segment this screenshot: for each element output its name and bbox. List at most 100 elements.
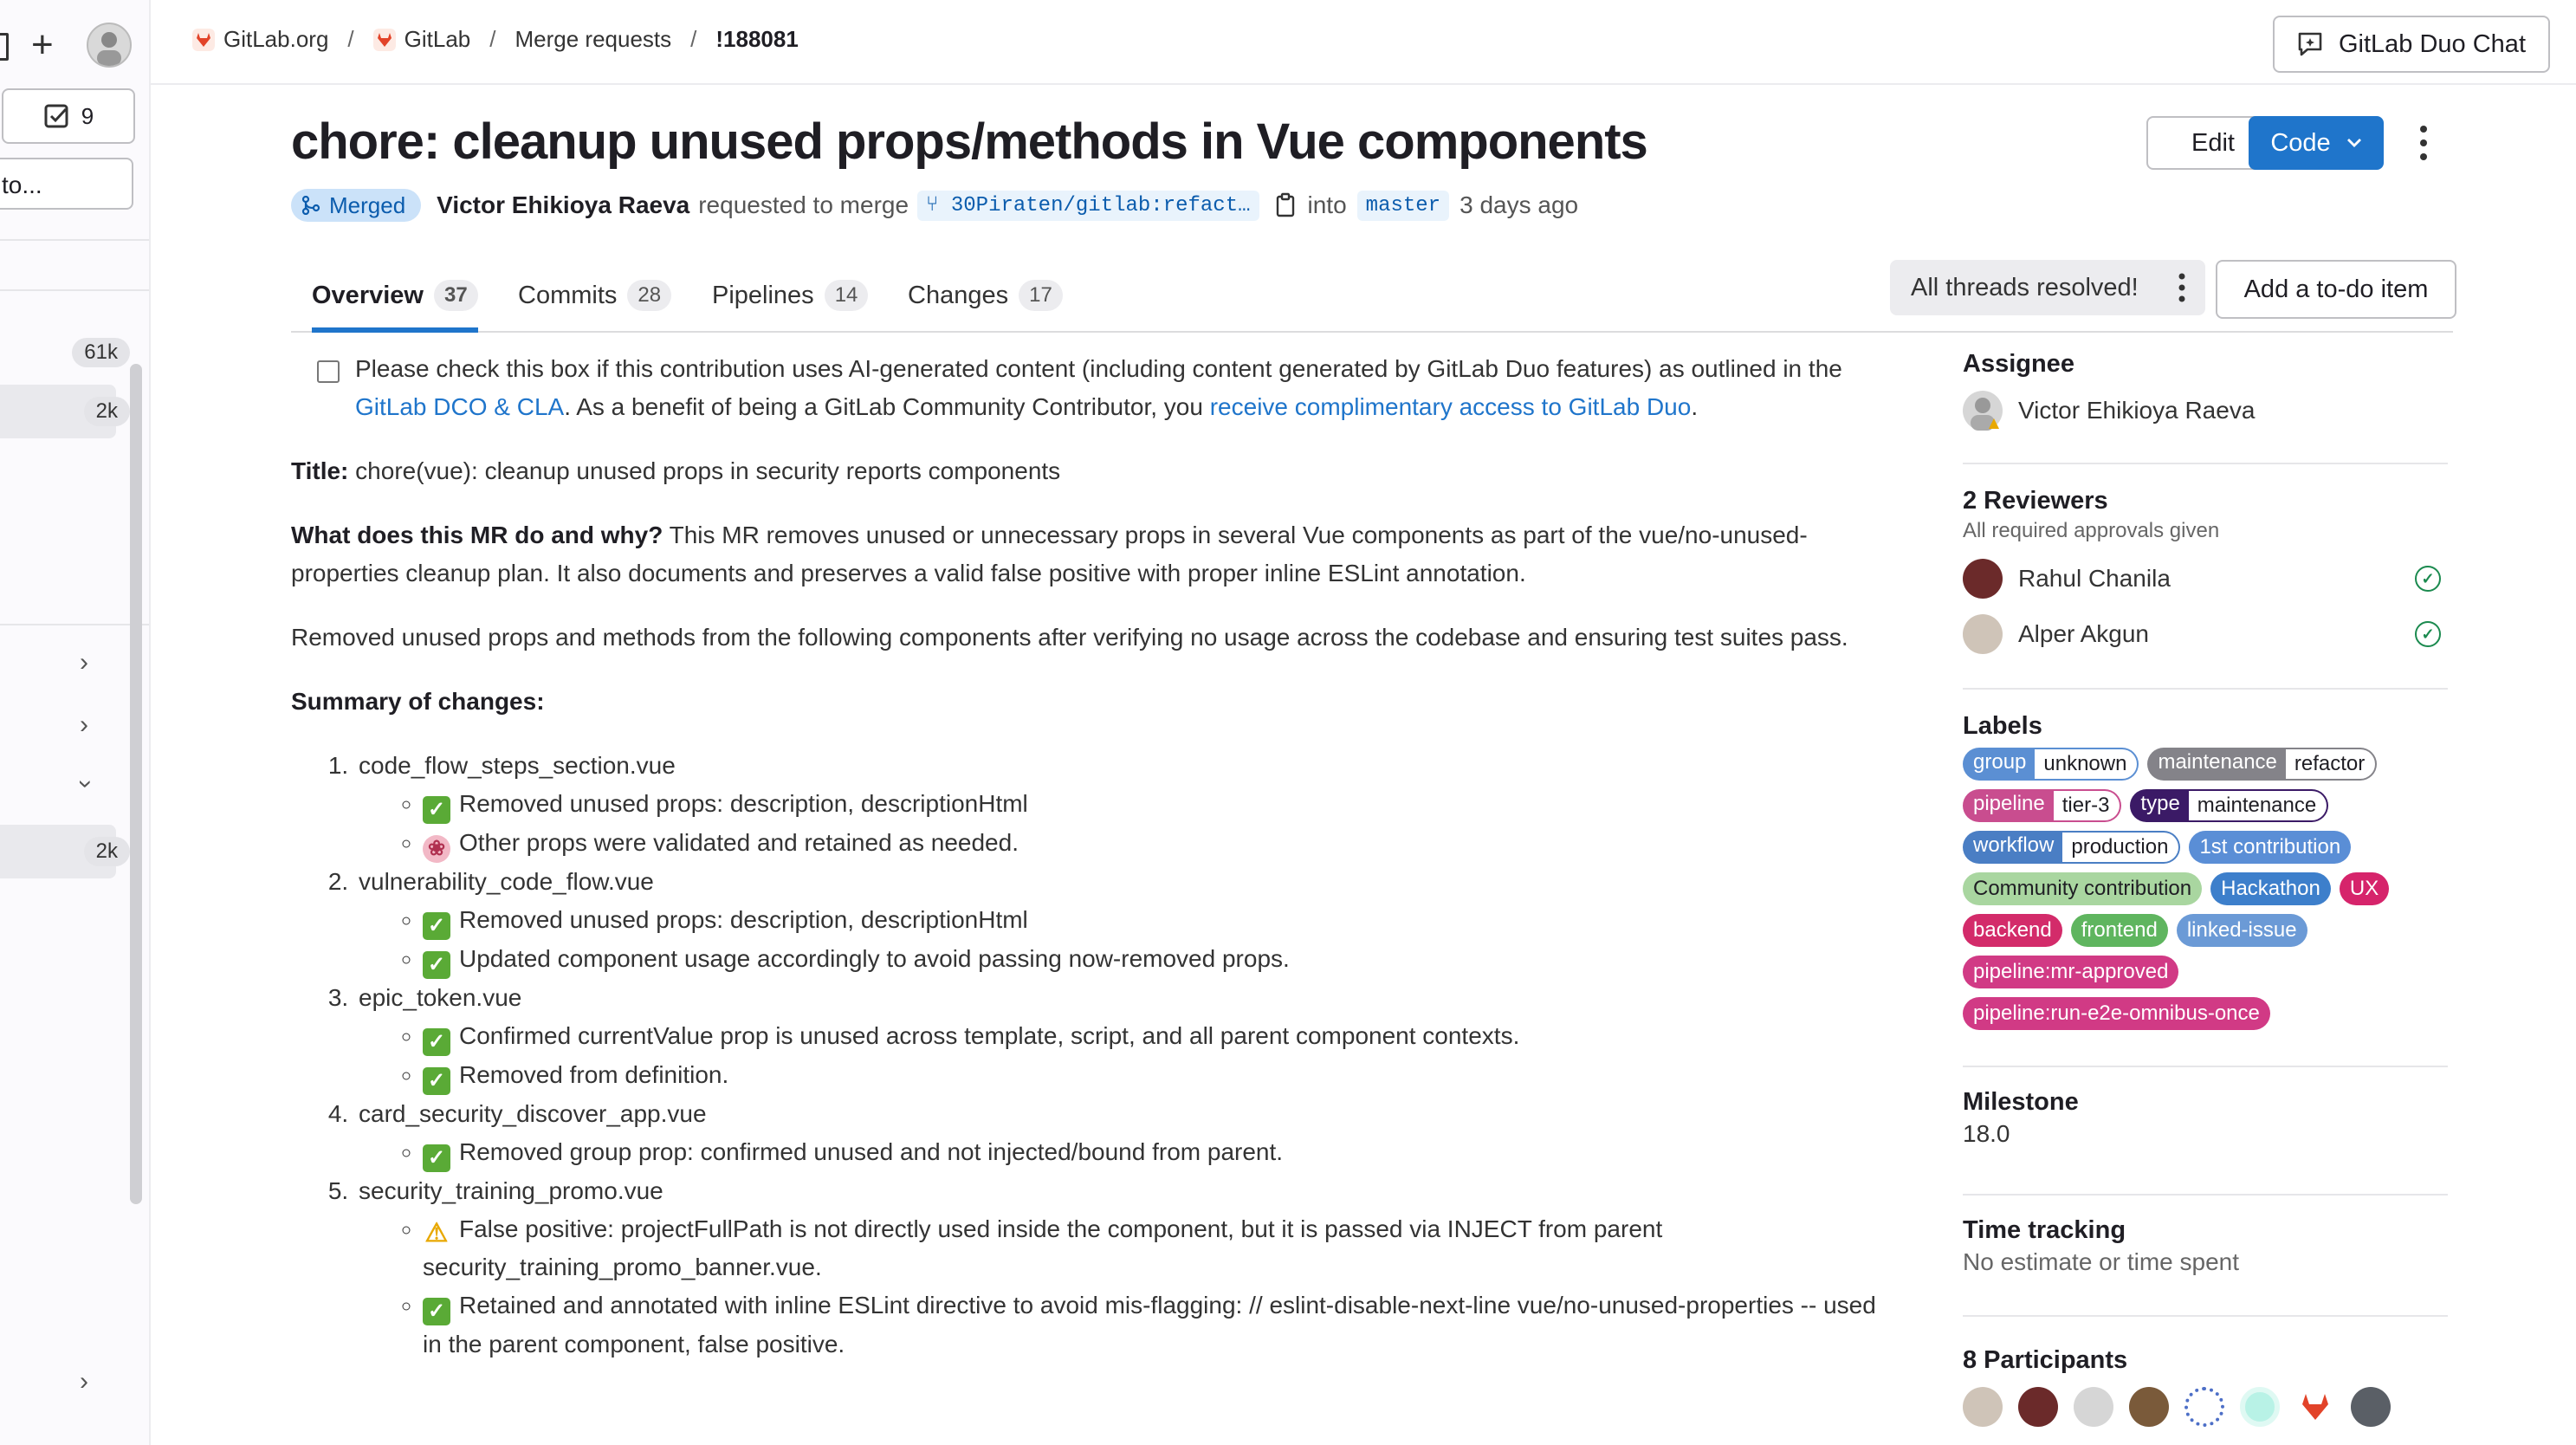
sidebar-search[interactable]: to... xyxy=(0,158,133,210)
more-actions-icon[interactable] xyxy=(2417,123,2430,163)
list-item: ✓Updated component usage accordingly to … xyxy=(423,940,1893,979)
breadcrumb-current[interactable]: !188081 xyxy=(715,26,798,53)
top-bar: GitLab.org / GitLab / Merge requests / !… xyxy=(151,0,2576,85)
tab-commits[interactable]: Commits 28 xyxy=(518,274,672,317)
create-new-icon[interactable]: + xyxy=(31,26,54,64)
chevron-right-icon[interactable]: › xyxy=(80,1367,88,1396)
label-chip[interactable]: Community contribution xyxy=(1963,872,2203,905)
sidebar-count-badge: 2k xyxy=(83,397,130,426)
list-item: vulnerability_code_flow.vue ✓Removed unu… xyxy=(355,863,1893,979)
check-mark-icon: ✓ xyxy=(423,951,450,979)
label-chip[interactable]: 1st contribution xyxy=(2189,831,2352,864)
assignee-name: Victor Ehikioya Raeva xyxy=(2018,397,2256,424)
add-todo-button[interactable]: Add a to-do item xyxy=(2216,260,2456,319)
reviewer-item[interactable]: Alper Akgun ✓ xyxy=(1963,614,2448,654)
sidebar-count-badge: 61k xyxy=(72,338,130,367)
source-branch[interactable]: ⑂ 30Piraten/gitlab:refact… xyxy=(917,190,1259,221)
breadcrumb: GitLab.org / GitLab / Merge requests / !… xyxy=(192,26,799,53)
todo-icon xyxy=(44,104,68,128)
copy-branch-icon[interactable] xyxy=(1275,192,1296,218)
ai-content-checkbox[interactable] xyxy=(317,360,340,383)
label-chip[interactable]: maintenance refactor xyxy=(2147,748,2378,781)
breadcrumb-separator: / xyxy=(489,26,496,52)
timestamp: 3 days ago xyxy=(1460,191,1579,218)
reviewer-item[interactable]: Rahul Chanila ✓ xyxy=(1963,559,2448,599)
check-mark-icon: ✓ xyxy=(423,1028,450,1056)
sidebar-divider xyxy=(0,239,149,241)
avatar[interactable] xyxy=(2240,1387,2280,1427)
milestone-value[interactable]: 18.0 xyxy=(1963,1120,2448,1148)
label-chip[interactable]: linked-issue xyxy=(2176,914,2307,947)
label-chip[interactable]: pipeline tier-3 xyxy=(1963,789,2122,822)
author-link[interactable]: Victor Ehikioya Raeva xyxy=(437,191,689,219)
breadcrumb-separator: / xyxy=(347,26,354,52)
reviewer-name: Rahul Chanila xyxy=(2018,565,2171,592)
user-avatar[interactable] xyxy=(87,23,132,68)
avatar[interactable] xyxy=(2184,1387,2224,1427)
label-chip[interactable]: pipeline:run-e2e-omnibus-once xyxy=(1963,997,2270,1030)
chevron-right-icon[interactable]: › xyxy=(80,648,88,677)
label-chip[interactable]: Hackathon xyxy=(2210,872,2331,905)
milestone-section: Milestone 18.0 xyxy=(1963,1088,2448,1148)
list-item: ⚠False positive: projectFullPath is not … xyxy=(423,1210,1893,1286)
more-actions-icon[interactable] xyxy=(2178,272,2186,303)
label-chip[interactable]: workflow production xyxy=(1963,831,2181,864)
avatar[interactable] xyxy=(2018,1387,2058,1427)
list-item: ✓Retained and annotated with inline ESLi… xyxy=(423,1286,1893,1364)
mr-description: Please check this box if this contributi… xyxy=(291,350,1893,1364)
avatar[interactable] xyxy=(2351,1387,2391,1427)
avatar[interactable] xyxy=(2074,1387,2113,1427)
chevron-right-icon[interactable]: › xyxy=(80,710,88,740)
assignee-section: Assignee Victor Ehikioya Raeva xyxy=(1963,350,2448,431)
avatar[interactable] xyxy=(2129,1387,2169,1427)
approved-check-icon: ✓ xyxy=(2415,621,2441,647)
chevron-down-icon[interactable]: › xyxy=(71,780,100,788)
label-chip[interactable]: pipeline:mr-approved xyxy=(1963,956,2179,988)
collapse-sidebar-icon[interactable] xyxy=(0,33,9,61)
branch-icon: ⑂ xyxy=(926,193,939,217)
milestone-heading: Milestone xyxy=(1963,1088,2079,1116)
breadcrumb-item[interactable]: GitLab xyxy=(372,26,470,53)
label-chip[interactable]: type maintenance xyxy=(2130,789,2329,822)
check-mark-icon: ✓ xyxy=(423,796,450,824)
what-line: What does this MR do and why? This MR re… xyxy=(291,522,1808,586)
list-item: ✓Removed unused props: description, desc… xyxy=(423,785,1893,824)
duo-access-link[interactable]: receive complimentary access to GitLab D… xyxy=(1210,393,1692,420)
label-chip[interactable]: UX xyxy=(2339,872,2390,905)
active-tab-indicator xyxy=(312,327,478,333)
duo-chat-label: GitLab Duo Chat xyxy=(2338,29,2526,58)
tab-pipelines[interactable]: Pipelines 14 xyxy=(712,274,869,317)
label-chip[interactable]: group unknown xyxy=(1963,748,2139,781)
brain-icon: ❀ xyxy=(423,835,450,863)
divider xyxy=(1963,1066,2448,1067)
into-text: into xyxy=(1307,191,1347,218)
breadcrumb-item[interactable]: GitLab.org xyxy=(192,26,328,53)
sidebar-scrollbar[interactable] xyxy=(130,364,142,1204)
todo-count: 9 xyxy=(81,102,94,129)
changes-list: code_flow_steps_section.vue ✓Removed unu… xyxy=(291,747,1893,1364)
dco-cla-link[interactable]: GitLab DCO & CLA xyxy=(355,393,564,420)
labels-list: group unknown maintenance refactor pipelin… xyxy=(1963,748,2448,1030)
todo-list-button[interactable]: 9 xyxy=(2,88,135,144)
participants-section: 8 Participants xyxy=(1963,1346,2448,1427)
assignee-item[interactable]: Victor Ehikioya Raeva xyxy=(1963,391,2448,431)
mr-meta: Merged Victor Ehikioya Raeva requested t… xyxy=(291,189,1578,222)
gitlab-logo-icon xyxy=(192,28,215,51)
time-tracking-value: No estimate or time spent xyxy=(1963,1248,2240,1275)
avatar[interactable] xyxy=(1963,1387,2003,1427)
label-chip[interactable]: backend xyxy=(1963,914,2062,947)
breadcrumb-separator: / xyxy=(690,26,697,52)
list-item: ✓Removed unused props: description, desc… xyxy=(423,901,1893,940)
tab-changes[interactable]: Changes 17 xyxy=(908,274,1063,317)
chevron-down-icon xyxy=(2346,139,2361,147)
duo-chat-button[interactable]: GitLab Duo Chat xyxy=(2272,16,2550,73)
code-dropdown-button[interactable]: Code xyxy=(2249,116,2384,170)
avatar[interactable] xyxy=(2295,1387,2335,1427)
threads-resolved-button[interactable]: All threads resolved! xyxy=(1890,260,2205,315)
tab-overview[interactable]: Overview 37 xyxy=(312,274,478,317)
avatar xyxy=(1963,559,2003,599)
target-branch[interactable]: master xyxy=(1356,190,1450,221)
label-chip[interactable]: frontend xyxy=(2070,914,2168,947)
breadcrumb-item[interactable]: Merge requests xyxy=(515,26,671,53)
sidebar-divider xyxy=(0,624,149,625)
